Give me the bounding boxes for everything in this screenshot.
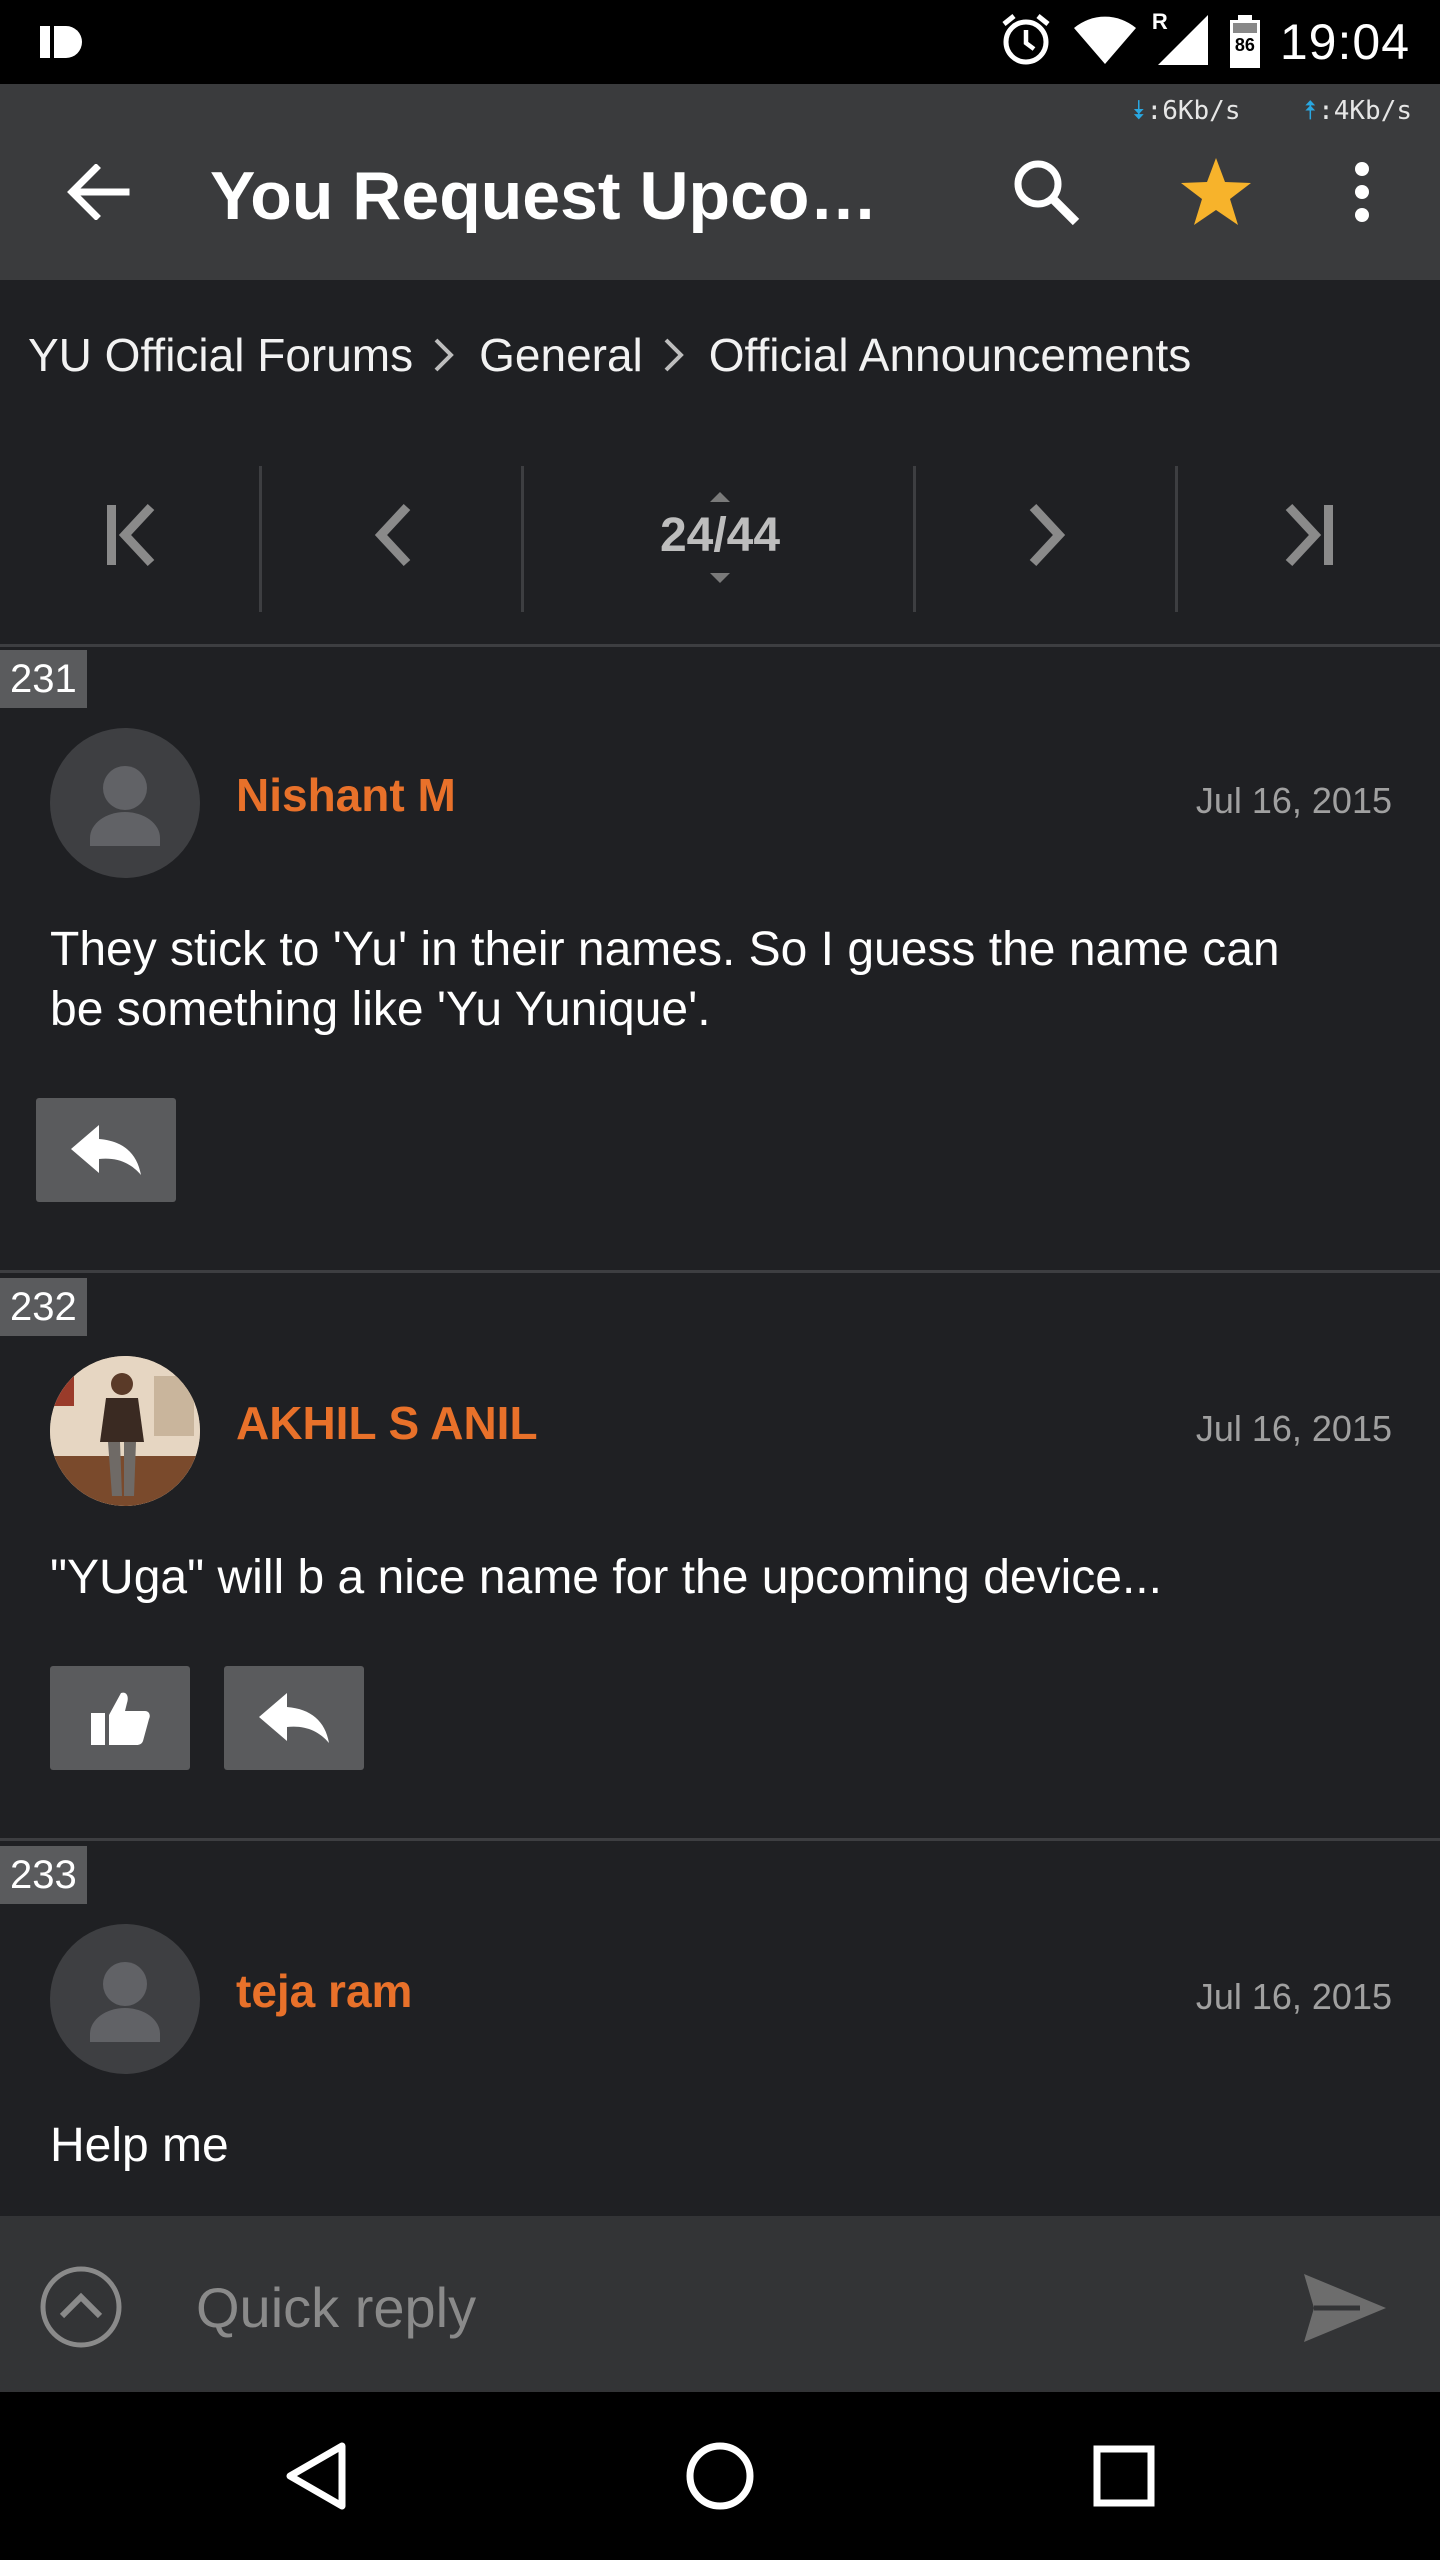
username[interactable]: Nishant M — [236, 768, 456, 822]
post-number: 233 — [0, 1846, 87, 1904]
post-date: Jul 16, 2015 — [1195, 780, 1392, 821]
search-button[interactable] — [998, 144, 1094, 240]
breadcrumb-item-general[interactable]: General — [479, 328, 643, 382]
page-indicator: 24/44 — [659, 508, 781, 562]
like-button[interactable] — [50, 1666, 190, 1770]
search-icon — [1014, 160, 1080, 226]
chevron-right-icon — [434, 338, 454, 372]
thread-title: You Request Upcomi... — [210, 158, 930, 234]
download-speed: :6Kb/s — [1146, 96, 1241, 126]
post-body: "YUga" will b a nice name for the upcomi… — [50, 1551, 1162, 1604]
chevron-right-icon — [664, 338, 684, 372]
send-button[interactable] — [1300, 2268, 1390, 2348]
caret-up-icon — [710, 491, 730, 502]
divider — [0, 1838, 1440, 1841]
default-avatar-icon — [90, 1962, 160, 2042]
avatar[interactable] — [50, 1356, 200, 1506]
post-date: Jul 16, 2015 — [1195, 1408, 1392, 1449]
upload-arrow-icon: ⯭ — [1302, 96, 1319, 126]
divider — [0, 1270, 1440, 1273]
quick-reply-bar — [0, 2216, 1440, 2392]
status-time: 19:04 — [1279, 14, 1410, 70]
first-page-icon — [107, 503, 155, 567]
next-page-icon — [1029, 503, 1066, 567]
send-icon — [1304, 2274, 1386, 2342]
avatar[interactable] — [50, 1924, 200, 2074]
post-number: 231 — [0, 650, 87, 708]
download-arrow-icon: ⯯ — [1130, 96, 1147, 126]
reply-icon — [259, 1693, 329, 1743]
back-button[interactable] — [50, 144, 146, 240]
nav-recents-button[interactable] — [1074, 2426, 1174, 2526]
caret-down-icon — [710, 572, 730, 583]
breadcrumb-item-forums[interactable]: YU Official Forums — [28, 328, 413, 382]
expand-up-icon — [40, 2266, 122, 2348]
quick-reply-input[interactable] — [196, 2264, 1196, 2350]
default-avatar-icon — [90, 766, 160, 846]
post-231: 231 Nishant M Jul 16, 2015 They stick to… — [0, 650, 1440, 1270]
wifi-icon — [1072, 14, 1138, 71]
username[interactable]: teja ram — [236, 1964, 412, 2018]
nav-home-button[interactable] — [670, 2426, 770, 2526]
nav-back-button[interactable] — [266, 2426, 366, 2526]
post-number: 232 — [0, 1278, 87, 1336]
app-notification-icon — [40, 22, 84, 62]
username[interactable]: AKHIL S ANIL — [236, 1396, 538, 1450]
nav-home-icon — [686, 2442, 754, 2510]
page-selector[interactable]: 24/44 — [524, 450, 916, 620]
last-page-button[interactable] — [1178, 450, 1440, 620]
signal-icon: R — [1152, 9, 1210, 72]
back-arrow-icon — [67, 164, 130, 220]
like-icon — [91, 1692, 150, 1745]
battery-icon: 86 — [1228, 15, 1262, 69]
expand-reply-button[interactable] — [38, 2264, 124, 2350]
avatar[interactable] — [50, 728, 200, 878]
alarm-icon — [998, 12, 1054, 73]
previous-page-icon — [374, 503, 411, 567]
app-bar: ⯯:6Kb/s ⯭:4Kb/s You Request Upcomi... — [0, 84, 1440, 280]
post-body: They stick to 'Yu' in their names. So I … — [50, 923, 1280, 1036]
previous-page-button[interactable] — [262, 450, 524, 620]
more-options-button[interactable] — [1314, 144, 1410, 240]
network-speed: ⯯:6Kb/s ⯭:4Kb/s — [1131, 96, 1412, 127]
next-page-button[interactable] — [916, 450, 1178, 620]
post-232: 232 AKHIL S ANIL Jul 16, 2015 "YUga" wil… — [0, 1278, 1440, 1838]
reply-icon — [71, 1125, 141, 1175]
first-page-button[interactable] — [0, 450, 262, 620]
post-233: 233 teja ram Jul 16, 2015 Help me — [0, 1846, 1440, 2216]
favorite-button[interactable] — [1168, 144, 1264, 240]
post-date: Jul 16, 2015 — [1195, 1976, 1392, 2017]
user-photo — [50, 1356, 200, 1506]
nav-recents-icon — [1093, 2445, 1155, 2507]
upload-speed: :4Kb/s — [1318, 96, 1412, 126]
post-body: Help me — [50, 2119, 229, 2172]
system-nav-bar — [0, 2392, 1440, 2560]
pagination-bar: 24/44 — [0, 450, 1440, 620]
status-bar: R 86 19:04 — [0, 0, 1440, 84]
breadcrumb-item-announcements[interactable]: Official Announcements — [709, 328, 1191, 382]
star-icon — [1181, 158, 1251, 225]
last-page-icon — [1285, 503, 1333, 567]
divider — [0, 644, 1440, 647]
breadcrumb: YU Official Forums General Official Anno… — [0, 280, 1440, 430]
nav-back-icon — [286, 2442, 346, 2510]
more-vert-icon — [1355, 162, 1369, 222]
reply-button[interactable] — [36, 1098, 176, 1202]
reply-button[interactable] — [224, 1666, 364, 1770]
